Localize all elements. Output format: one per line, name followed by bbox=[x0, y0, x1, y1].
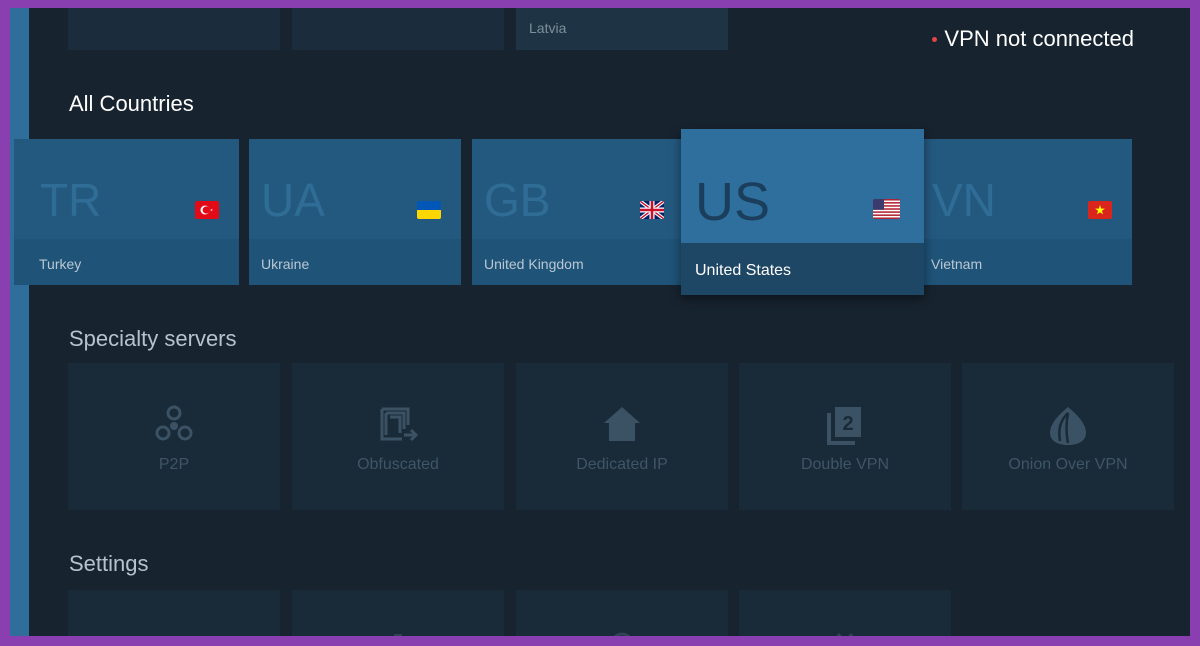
flag-gb-icon bbox=[640, 201, 664, 219]
flag-tr-icon bbox=[195, 201, 219, 219]
settings-item-icon bbox=[614, 632, 630, 636]
status-dot-icon bbox=[932, 36, 938, 42]
country-code: VN bbox=[932, 174, 996, 226]
specialty-label: Double VPN bbox=[800, 456, 890, 473]
flag-vn-icon bbox=[1088, 201, 1112, 219]
top-tile[interactable] bbox=[68, 8, 280, 50]
obfuscated-icon bbox=[380, 407, 419, 442]
country-card-vietnam[interactable]: VN Vietnam bbox=[920, 139, 1132, 285]
settings-tile[interactable] bbox=[292, 590, 504, 636]
country-name: Turkey bbox=[39, 256, 82, 272]
specialty-tile-p2p[interactable]: P2P bbox=[68, 363, 280, 510]
vpn-status-text: VPN not connected bbox=[944, 26, 1134, 51]
country-card-united-states[interactable]: US United States bbox=[681, 129, 924, 295]
specialty-label: Onion Over VPN bbox=[1008, 456, 1128, 473]
country-code: TR bbox=[40, 174, 102, 226]
settings-tile[interactable] bbox=[516, 590, 728, 636]
country-card-turkey[interactable]: TR Turkey bbox=[14, 139, 239, 285]
specialty-tile-onion-over-vpn[interactable]: Onion Over VPN bbox=[962, 363, 1174, 510]
app-screen: Latvia VPN not connected All Countries T… bbox=[10, 8, 1190, 636]
specialty-label: Obfuscated bbox=[357, 456, 439, 473]
section-title-specialty-servers: Specialty servers bbox=[69, 326, 237, 351]
country-code: UA bbox=[261, 174, 325, 226]
p2p-icon bbox=[155, 405, 193, 441]
svg-text:2: 2 bbox=[842, 413, 853, 435]
settings-tile[interactable] bbox=[739, 590, 951, 636]
top-tile[interactable] bbox=[292, 8, 504, 50]
top-tile-label: Latvia bbox=[529, 20, 567, 36]
specialty-tile-obfuscated[interactable]: Obfuscated bbox=[292, 363, 504, 510]
country-card-ukraine[interactable]: UA Ukraine bbox=[249, 139, 461, 285]
section-title-settings: Settings bbox=[69, 551, 149, 576]
country-name: Vietnam bbox=[931, 256, 983, 272]
vpn-status: VPN not connected bbox=[932, 26, 1134, 52]
house-icon bbox=[604, 407, 640, 441]
settings-item-icon bbox=[836, 633, 854, 636]
specialty-tile-double-vpn[interactable]: 2 Double VPN bbox=[739, 363, 951, 510]
double-vpn-icon: 2 bbox=[827, 407, 861, 445]
settings-item-icon bbox=[159, 630, 189, 636]
country-code: GB bbox=[484, 174, 551, 226]
country-name: United States bbox=[695, 262, 792, 279]
section-title-all-countries: All Countries bbox=[69, 91, 194, 116]
specialty-label: P2P bbox=[158, 456, 190, 473]
specialty-label: Dedicated IP bbox=[576, 456, 668, 473]
country-name: United Kingdom bbox=[484, 256, 584, 272]
country-card-united-kingdom[interactable]: GB United Kingdom bbox=[472, 139, 684, 285]
country-name: Ukraine bbox=[261, 256, 310, 272]
side-strip bbox=[10, 8, 29, 636]
onion-icon bbox=[1050, 407, 1086, 445]
country-code: US bbox=[695, 172, 771, 232]
settings-tile[interactable] bbox=[68, 590, 280, 636]
flag-us-icon bbox=[873, 199, 900, 219]
settings-item-icon bbox=[394, 634, 402, 636]
flag-ua-icon bbox=[417, 201, 441, 219]
specialty-tile-dedicated-ip[interactable]: Dedicated IP bbox=[516, 363, 728, 510]
country-tile-latvia[interactable]: Latvia bbox=[516, 8, 728, 50]
